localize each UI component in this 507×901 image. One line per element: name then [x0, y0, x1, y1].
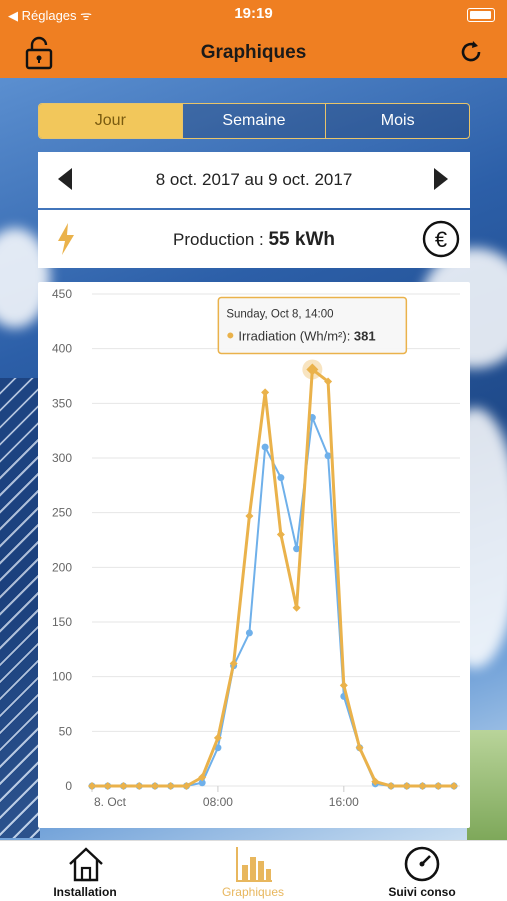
- y-tick-label: 300: [52, 451, 72, 465]
- tab-graphiques[interactable]: Graphiques: [198, 841, 308, 901]
- production-point: [277, 474, 285, 482]
- series-line: [92, 366, 454, 788]
- irradiation-point: [292, 603, 301, 612]
- x-tick-label: 08:00: [203, 795, 233, 809]
- irradiation-point: [276, 530, 285, 539]
- y-tick-label: 200: [52, 560, 72, 574]
- production-value: 55 kWh: [268, 229, 335, 250]
- production-summary: Production : 55 kWh €: [38, 210, 470, 268]
- production-label: Production :: [173, 230, 264, 249]
- tooltip-box: [217, 296, 408, 355]
- y-tick-label: 450: [52, 287, 72, 301]
- tab-installation-label: Installation: [53, 885, 117, 899]
- segment-day[interactable]: Jour: [39, 104, 182, 138]
- tab-installation[interactable]: Installation: [30, 841, 140, 901]
- irradiation-point: [103, 782, 112, 790]
- battery-icon: [467, 8, 495, 22]
- irradiation-point: [150, 782, 159, 790]
- production-point: [261, 443, 269, 451]
- irradiation-point: [261, 388, 270, 397]
- irradiation-point: [135, 782, 144, 790]
- segment-month[interactable]: Mois: [325, 104, 469, 138]
- segment-week[interactable]: Semaine: [181, 104, 326, 138]
- irradiation-point: [387, 782, 396, 790]
- status-time: 19:19: [234, 5, 273, 22]
- irradiation-point: [450, 782, 458, 790]
- y-tick-label: 50: [59, 724, 73, 738]
- tab-suivi-conso-label: Suivi conso: [388, 885, 456, 899]
- status-bar: ◀ Réglages ᯤ 19:19: [0, 0, 507, 28]
- next-arrow-icon[interactable]: [434, 168, 448, 190]
- x-tick-label: 16:00: [329, 795, 359, 809]
- svg-text:€: €: [435, 227, 447, 252]
- y-tick-label: 400: [52, 342, 72, 356]
- y-tick-label: 250: [52, 506, 72, 520]
- nav-bar: Graphiques: [0, 28, 507, 78]
- production-text: Production : 55 kWh: [38, 229, 470, 251]
- irradiation-point: [339, 681, 348, 690]
- tab-graphiques-label: Graphiques: [221, 885, 285, 899]
- irradiation-chart: 0 50 100 150 200 250 300 350 400 450 8. Oct 08:00 16…: [52, 287, 460, 809]
- euro-icon[interactable]: €: [422, 220, 460, 258]
- irradiation-point: [166, 782, 175, 790]
- irradiation-point: [434, 782, 443, 790]
- irradiation-point: [418, 782, 427, 790]
- tooltip-series-dot: [227, 332, 234, 339]
- tab-suivi-conso[interactable]: Suivi conso: [367, 841, 477, 901]
- irradiation-point: [119, 782, 128, 790]
- y-tick-label: 100: [52, 670, 72, 684]
- page-title: Graphiques: [200, 42, 307, 63]
- chart-card: 0 50 100 150 200 250 300 350 400 450 8. Oct 08:00 16…: [38, 282, 470, 828]
- irradiation-point: [88, 782, 96, 790]
- tab-bar: Installation Graphiques Suivi conso: [0, 840, 507, 901]
- tooltip-date: Sunday, Oct 8, 14:00: [226, 308, 333, 320]
- irradiation-point: [402, 782, 411, 790]
- date-range-label: 8 oct. 2017 au 9 oct. 2017: [155, 170, 353, 189]
- y-tick-label: 0: [65, 779, 72, 793]
- x-tick-label: 8. Oct: [94, 795, 127, 809]
- house-icon: [69, 847, 103, 882]
- refresh-icon[interactable]: [457, 38, 485, 66]
- tooltip-series: Irradiation (Wh/m²): 381: [238, 328, 375, 343]
- period-segmented-control: Jour Semaine Mois: [38, 103, 470, 139]
- date-range-bar: 8 oct. 2017 au 9 oct. 2017: [38, 152, 470, 208]
- y-tick-label: 150: [52, 615, 72, 629]
- gauge-icon: [404, 846, 440, 882]
- y-tick-label: 350: [52, 396, 72, 410]
- production-point: [245, 629, 253, 637]
- bar-chart-icon: [236, 847, 272, 882]
